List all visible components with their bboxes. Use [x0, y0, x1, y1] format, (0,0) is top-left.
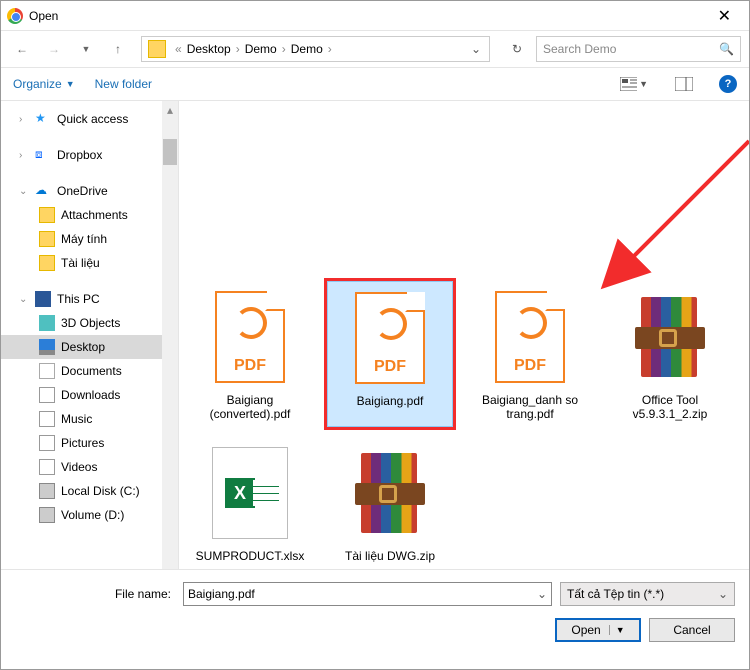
file-item[interactable]: Tài liệu DWG.zip	[327, 437, 453, 569]
sidebar-item-3d-objects[interactable]: 3D Objects	[1, 311, 178, 335]
sidebar-item-onedrive[interactable]: ⌄ ☁ OneDrive	[1, 179, 178, 203]
cloud-icon: ☁	[35, 183, 51, 199]
organize-button[interactable]: Organize ▼	[13, 77, 75, 91]
chevron-down-icon: ▼	[609, 625, 625, 635]
music-icon	[39, 411, 55, 427]
monitor-icon	[39, 339, 55, 355]
sidebar-item-music[interactable]: Music	[1, 407, 178, 431]
search-icon: 🔍	[719, 42, 734, 56]
recent-dropdown[interactable]: ▼	[73, 36, 99, 62]
footer: File name: Baigiang.pdf ⌄ Tất cả Tệp tin…	[1, 569, 749, 652]
chevron-down-icon: ⌄	[537, 587, 547, 601]
videos-icon	[39, 459, 55, 475]
breadcrumb-part[interactable]: Desktop	[187, 42, 231, 56]
window-title: Open	[29, 9, 58, 23]
forward-button[interactable]: →	[41, 36, 67, 62]
titlebar: Open ✕	[1, 1, 749, 31]
disk-icon	[39, 507, 55, 523]
cube-icon	[39, 315, 55, 331]
documents-icon	[39, 363, 55, 379]
sidebar-item-attachments[interactable]: Attachments	[1, 203, 178, 227]
sidebar-item-may-tinh[interactable]: Máy tính	[1, 227, 178, 251]
sidebar-scrollbar[interactable]: ▴	[162, 101, 178, 569]
chrome-icon	[7, 8, 23, 24]
folder-icon	[39, 255, 55, 271]
pc-icon	[35, 291, 51, 307]
open-button[interactable]: Open ▼	[555, 618, 641, 642]
filename-input[interactable]: Baigiang.pdf ⌄	[183, 582, 552, 606]
disk-icon	[39, 483, 55, 499]
sidebar-item-dropbox[interactable]: › ⧈ Dropbox	[1, 143, 178, 167]
sidebar: › ★ Quick access › ⧈ Dropbox ⌄ ☁ OneDriv…	[1, 101, 179, 569]
dropbox-icon: ⧈	[35, 147, 51, 163]
winrar-icon	[351, 447, 429, 539]
star-icon: ★	[35, 111, 51, 127]
pdf-icon: PDF	[495, 291, 565, 383]
preview-pane-button[interactable]	[669, 73, 699, 95]
up-button[interactable]: ↑	[105, 36, 131, 62]
winrar-icon	[631, 291, 709, 383]
breadcrumb-part[interactable]: Demo	[245, 42, 277, 56]
search-placeholder: Search Demo	[543, 42, 616, 56]
chevron-down-icon: ⌄	[19, 294, 29, 305]
chevron-down-icon[interactable]: ⌄	[465, 42, 487, 56]
downloads-icon	[39, 387, 55, 403]
close-icon[interactable]: ✕	[706, 2, 743, 30]
pictures-icon	[39, 435, 55, 451]
file-pane[interactable]: PDF Baigiang (converted).pdf PDF Baigian…	[179, 101, 749, 569]
chevron-down-icon: ▼	[66, 79, 75, 89]
sidebar-item-local-disk-c[interactable]: Local Disk (C:)	[1, 479, 178, 503]
sidebar-item-videos[interactable]: Videos	[1, 455, 178, 479]
new-folder-button[interactable]: New folder	[95, 77, 152, 91]
sidebar-item-tai-lieu[interactable]: Tài liệu	[1, 251, 178, 275]
folder-icon	[148, 40, 166, 58]
breadcrumb-part[interactable]: Demo	[291, 42, 323, 56]
folder-icon	[39, 231, 55, 247]
chevron-right-icon: ›	[19, 150, 29, 161]
sidebar-item-volume-d[interactable]: Volume (D:)	[1, 503, 178, 527]
search-input[interactable]: Search Demo 🔍	[536, 36, 741, 62]
sidebar-item-quick-access[interactable]: › ★ Quick access	[1, 107, 178, 131]
view-mode-button[interactable]: ▼	[619, 73, 649, 95]
chevron-right-icon: ›	[19, 114, 29, 125]
chevron-down-icon: ⌄	[19, 186, 29, 197]
file-type-filter[interactable]: Tất cả Tệp tin (*.*) ⌄	[560, 582, 735, 606]
folder-icon	[39, 207, 55, 223]
breadcrumb[interactable]: « Desktop › Demo › Demo › ⌄	[141, 36, 490, 62]
file-item[interactable]: Office Tool v5.9.3.1_2.zip	[607, 281, 733, 427]
excel-icon: X	[212, 447, 288, 539]
file-item[interactable]: X SUMPRODUCT.xlsx	[187, 437, 313, 569]
file-item[interactable]: PDF Baigiang (converted).pdf	[187, 281, 313, 427]
breadcrumb-prefix: «	[170, 42, 187, 56]
file-item-selected[interactable]: PDF Baigiang.pdf	[327, 281, 453, 427]
pdf-icon: PDF	[215, 291, 285, 383]
refresh-button[interactable]: ↻	[504, 36, 530, 62]
toolbar: Organize ▼ New folder ▼ ?	[1, 67, 749, 101]
file-item[interactable]: PDF Baigiang_danh so trang.pdf	[467, 281, 593, 427]
nav-row: ← → ▼ ↑ « Desktop › Demo › Demo › ⌄ ↻ Se…	[1, 31, 749, 67]
filename-label: File name:	[15, 587, 175, 601]
cancel-button[interactable]: Cancel	[649, 618, 735, 642]
sidebar-item-desktop[interactable]: Desktop	[1, 335, 178, 359]
sidebar-item-this-pc[interactable]: ⌄ This PC	[1, 287, 178, 311]
help-button[interactable]: ?	[719, 75, 737, 93]
sidebar-item-documents[interactable]: Documents	[1, 359, 178, 383]
back-button[interactable]: ←	[9, 36, 35, 62]
pdf-icon: PDF	[355, 292, 425, 384]
chevron-down-icon: ⌄	[718, 587, 728, 601]
sidebar-item-pictures[interactable]: Pictures	[1, 431, 178, 455]
body: › ★ Quick access › ⧈ Dropbox ⌄ ☁ OneDriv…	[1, 101, 749, 569]
sidebar-item-downloads[interactable]: Downloads	[1, 383, 178, 407]
scrollbar-thumb[interactable]	[163, 139, 177, 165]
